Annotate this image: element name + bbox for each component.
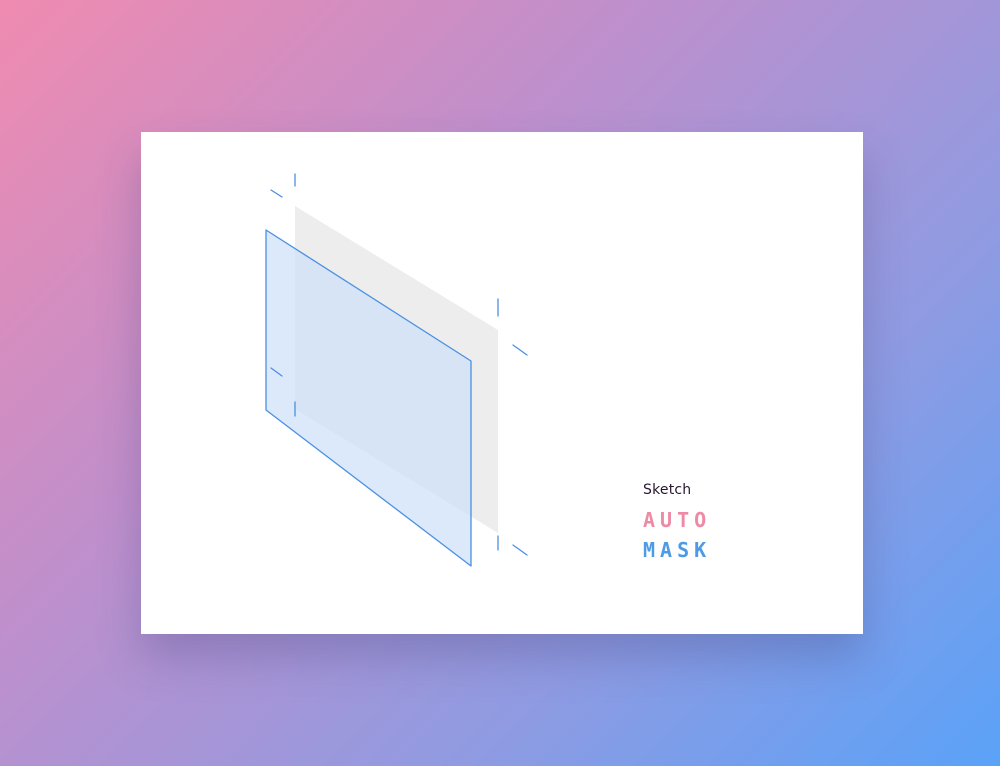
layers-illustration	[265, 173, 528, 567]
guide-mark	[512, 344, 528, 356]
title-line-auto: AUTO	[643, 508, 712, 532]
brand-name: Sketch	[643, 482, 692, 498]
poster-card: Sketch AUTO MASK	[141, 132, 863, 634]
guide-mark	[512, 544, 528, 556]
guide-mark	[270, 189, 283, 198]
title-line-mask: MASK	[643, 538, 712, 562]
